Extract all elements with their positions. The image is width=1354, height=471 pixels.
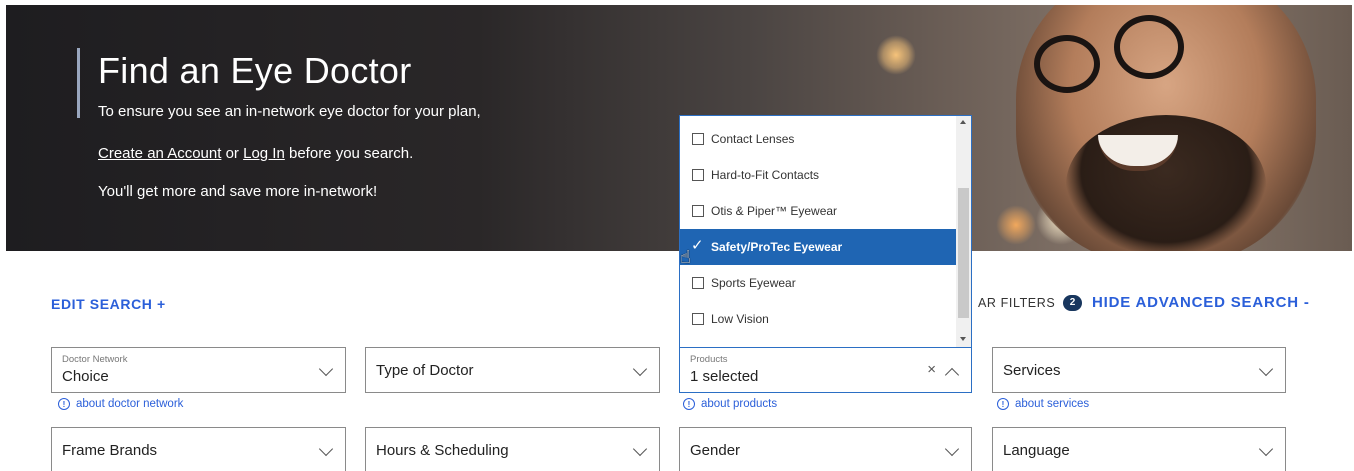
about-services-text: about services [1015, 398, 1090, 410]
products-dropdown-list[interactable]: Contact Lenses Hard-to-Fit Contacts Otis… [679, 115, 972, 348]
chevron-down-icon [318, 361, 334, 377]
info-icon: ! [997, 398, 1009, 410]
or-text: or [221, 145, 244, 162]
about-products-link[interactable]: ! about products [683, 398, 777, 410]
hero-subtitle: To ensure you see an in-network eye doct… [98, 103, 481, 120]
product-option-label: Safety/ProTec Eyewear [711, 240, 843, 254]
info-icon: ! [58, 398, 70, 410]
product-option[interactable]: Contact Lenses [680, 121, 957, 157]
filter-count-badge: 2 [1063, 295, 1082, 311]
about-doctor-network-text: about doctor network [76, 398, 184, 410]
about-products-text: about products [701, 398, 778, 410]
checkbox-icon[interactable] [692, 133, 704, 145]
product-option-label: Hard-to-Fit Contacts [711, 168, 820, 182]
product-option-selected[interactable]: Safety/ProTec Eyewear [680, 229, 957, 265]
hero-accent-bar [77, 48, 80, 118]
hours-scheduling-select[interactable]: Hours & Scheduling [365, 427, 660, 471]
products-value: 1 selected [690, 368, 759, 385]
about-doctor-network-link[interactable]: ! about doctor network [58, 398, 183, 410]
product-option[interactable]: Otis & Piper™ Eyewear [680, 193, 957, 229]
products-select[interactable]: Products 1 selected × [679, 347, 972, 393]
chevron-down-icon [318, 441, 334, 457]
doctor-network-value: Choice [62, 368, 109, 385]
type-of-doctor-value: Type of Doctor [376, 362, 474, 379]
about-services-link[interactable]: ! about services [997, 398, 1089, 410]
checkbox-icon[interactable] [692, 205, 704, 217]
doctor-network-label: Doctor Network [62, 354, 128, 365]
gender-select[interactable]: Gender [679, 427, 972, 471]
checkbox-icon[interactable] [692, 169, 704, 181]
chevron-up-icon[interactable] [944, 367, 960, 383]
hand-cursor-icon: ☝ [680, 247, 691, 267]
chevron-down-icon [632, 441, 648, 457]
clear-filters-link[interactable]: AR FILTERS [978, 296, 1055, 310]
doctor-network-select[interactable]: Doctor Network Choice [51, 347, 346, 393]
dropdown-scrollbar[interactable] [956, 116, 971, 347]
services-select[interactable]: Services [992, 347, 1286, 393]
hero-photo-glasses [1034, 35, 1100, 93]
product-option-label: Otis & Piper™ Eyewear [711, 204, 838, 218]
hero-login-line: Create an Account or Log In before you s… [98, 145, 413, 162]
scrollbar-thumb[interactable] [958, 188, 969, 318]
product-option[interactable]: Hard-to-Fit Contacts [680, 157, 957, 193]
checkmark-icon[interactable] [691, 236, 704, 254]
login-line-tail: before you search. [284, 145, 414, 162]
frame-brands-select[interactable]: Frame Brands [51, 427, 346, 471]
product-option-label: Low Vision [711, 312, 769, 326]
product-option-label: Sports Eyewear [711, 276, 796, 290]
scroll-down-arrow-icon[interactable] [960, 337, 966, 341]
frame-brands-value: Frame Brands [62, 442, 158, 459]
language-select[interactable]: Language [992, 427, 1286, 471]
chevron-down-icon [632, 361, 648, 377]
page-title: Find an Eye Doctor [98, 50, 412, 91]
chevron-down-icon [1258, 441, 1274, 457]
language-value: Language [1003, 442, 1070, 459]
edit-search-link[interactable]: EDIT SEARCH + [51, 296, 166, 312]
log-in-link[interactable]: Log In [243, 145, 285, 162]
checkbox-icon[interactable] [692, 313, 704, 325]
bokeh-light [876, 35, 916, 75]
product-option-label: Contact Lenses [711, 132, 795, 146]
hero-photo-glasses [1114, 15, 1184, 79]
scroll-up-arrow-icon[interactable] [960, 120, 966, 124]
clear-selection-icon[interactable]: × [927, 361, 936, 378]
hours-scheduling-value: Hours & Scheduling [376, 442, 509, 459]
info-icon: ! [683, 398, 695, 410]
chevron-down-icon [944, 441, 960, 457]
create-account-link[interactable]: Create an Account [98, 145, 221, 162]
checkbox-icon[interactable] [692, 277, 704, 289]
product-option[interactable]: Low Vision [680, 301, 957, 337]
products-label: Products [690, 354, 728, 365]
chevron-down-icon [1258, 361, 1274, 377]
type-of-doctor-select[interactable]: Type of Doctor [365, 347, 660, 393]
product-option[interactable]: Sports Eyewear [680, 265, 957, 301]
gender-value: Gender [690, 442, 741, 459]
hide-advanced-search-link[interactable]: HIDE ADVANCED SEARCH - [1092, 294, 1310, 311]
hero-note: You'll get more and save more in-network… [98, 183, 378, 200]
services-value: Services [1003, 362, 1061, 379]
bokeh-light [996, 205, 1036, 245]
